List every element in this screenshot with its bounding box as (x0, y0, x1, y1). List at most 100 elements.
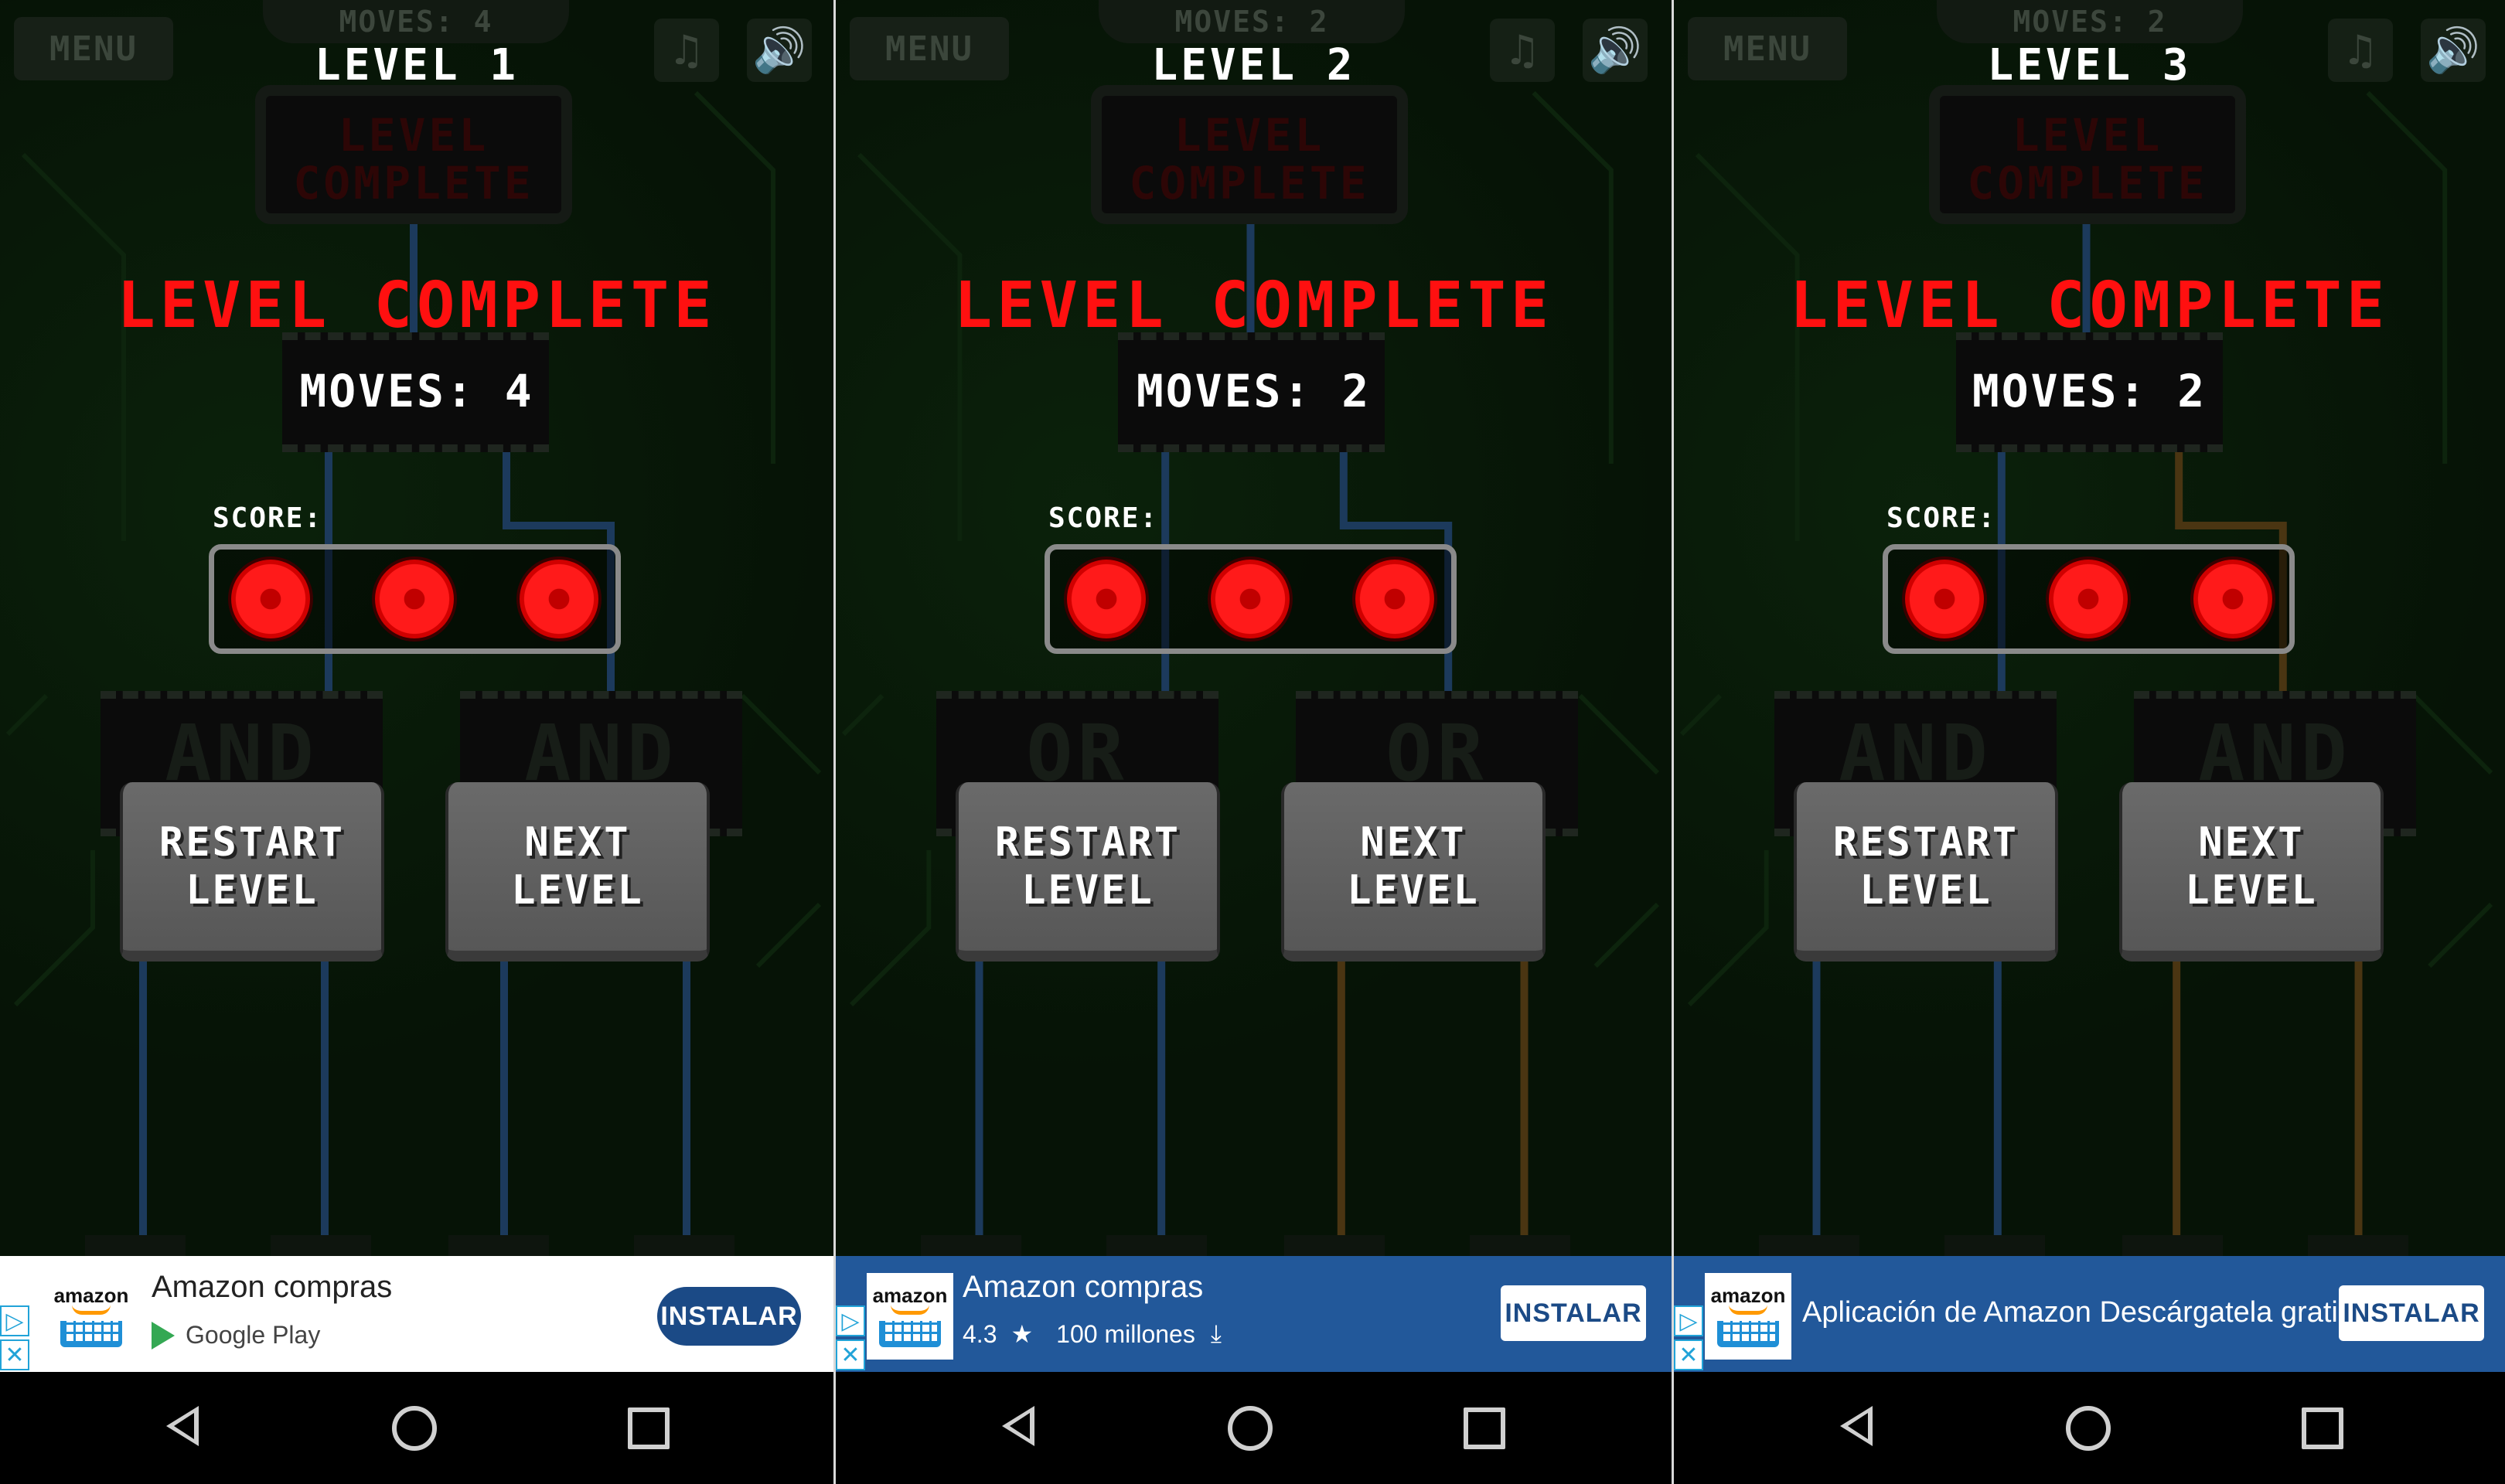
ad-choices-icon[interactable]: ▷ (1674, 1305, 1703, 1336)
google-play-icon (152, 1321, 175, 1350)
score-label: SCORE: (1048, 502, 1159, 534)
bottom-pin (2122, 1235, 2223, 1256)
display-line-1: LEVEL (1174, 109, 1325, 162)
display-line-1: LEVEL (2012, 109, 2163, 162)
home-icon[interactable] (392, 1406, 437, 1451)
bottom-pin (634, 1235, 734, 1256)
next-label-1: NEXT (524, 819, 631, 866)
ad-title[interactable]: Aplicación de Amazon Descárgatela gratis (1802, 1296, 2353, 1329)
level-title: LEVEL 3 (1987, 40, 2192, 90)
bottom-pin (2308, 1235, 2408, 1256)
home-icon[interactable] (2066, 1406, 2111, 1451)
level-complete-display: LEVEL COMPLETE (1091, 85, 1408, 224)
score-star-3 (520, 560, 598, 638)
next-level-button[interactable]: NEXT LEVEL (445, 782, 710, 962)
score-star-1 (1905, 560, 1984, 638)
amazon-smile-icon (72, 1305, 111, 1315)
bottom-pin (448, 1235, 549, 1256)
moves-count: MOVES: 2 (1136, 365, 1372, 417)
ad-flags: ▷ ✕ (836, 1302, 867, 1372)
install-button[interactable]: INSTALAR (2339, 1285, 2484, 1341)
game-screen-3: MOVES: 2 MENU ♫ 🔊 LEVEL COMPLETE LEVEL 3… (1674, 0, 2505, 1484)
score-star-3 (2193, 560, 2272, 638)
google-play-badge: Google Play (152, 1321, 320, 1350)
close-icon[interactable]: ✕ (1674, 1339, 1703, 1370)
game-screen-1: MOVES: 4 MENU ♫ 🔊 LEVEL COMPLETE LEVEL 1… (0, 0, 833, 1484)
restart-level-button[interactable]: RESTART LEVEL (120, 782, 384, 962)
amazon-app-icon[interactable]: amazon (1705, 1273, 1791, 1360)
bottom-pin (85, 1235, 186, 1256)
ad-banner[interactable]: ▷ ✕ amazon Amazon compras Google Play INSTALA… (0, 1256, 833, 1372)
score-star-2 (1211, 560, 1290, 638)
score-label: SCORE: (1886, 502, 1997, 534)
restart-label-1: RESTART (994, 819, 1181, 866)
next-label-1: NEXT (1360, 819, 1467, 866)
amazon-app-icon[interactable]: amazon (867, 1273, 953, 1360)
install-button[interactable]: INSTALAR (1501, 1285, 1646, 1341)
level-complete-display: LEVEL COMPLETE (255, 85, 572, 224)
download-icon: ⤓ (1210, 1319, 1222, 1347)
cart-icon (879, 1321, 941, 1347)
bottom-pin (1470, 1235, 1570, 1256)
moves-counter-tab: MOVES: 2 (1099, 0, 1405, 43)
display-line-2: COMPLETE (1967, 157, 2208, 209)
home-icon[interactable] (1228, 1406, 1273, 1451)
ad-flags: ▷ ✕ (0, 1302, 31, 1372)
level-complete-display: LEVEL COMPLETE (1929, 85, 2246, 224)
ad-title[interactable]: Amazon compras (963, 1270, 1203, 1305)
next-label-2: LEVEL (2185, 867, 2318, 914)
ad-choices-icon[interactable]: ▷ (836, 1305, 865, 1336)
score-star-1 (1067, 560, 1146, 638)
amazon-app-icon[interactable]: amazon (48, 1273, 135, 1360)
bottom-pin (1106, 1235, 1207, 1256)
back-icon[interactable] (166, 1406, 199, 1446)
ad-banner[interactable]: ▷ ✕ amazon Aplicación de Amazon Descárgatel… (1674, 1256, 2505, 1372)
level-title: LEVEL 1 (314, 40, 519, 90)
ad-choices-icon[interactable]: ▷ (0, 1305, 29, 1336)
score-label: SCORE: (213, 502, 323, 534)
close-icon[interactable]: ✕ (0, 1339, 29, 1370)
level-complete-heading: LEVEL COMPLETE (1789, 269, 2390, 342)
bottom-pin (1759, 1235, 1859, 1256)
android-nav-bar (836, 1372, 1672, 1484)
downloads-count: 100 millones (1056, 1319, 1195, 1348)
ad-flags: ▷ ✕ (1674, 1302, 1705, 1372)
moves-count: MOVES: 4 (299, 365, 534, 417)
star-icon: ★ (1011, 1320, 1034, 1348)
game-screen-2: MOVES: 2 MENU ♫ 🔊 LEVEL COMPLETE LEVEL 2… (836, 0, 1672, 1484)
next-level-button[interactable]: NEXT LEVEL (1281, 782, 1546, 962)
restart-level-button[interactable]: RESTART LEVEL (956, 782, 1220, 962)
moves-counter-tab: MOVES: 2 (1937, 0, 2243, 43)
restart-label-2: LEVEL (1859, 867, 1992, 914)
install-button[interactable]: INSTALAR (657, 1287, 801, 1346)
level-complete-heading: LEVEL COMPLETE (117, 269, 717, 342)
recent-apps-icon[interactable] (1464, 1407, 1505, 1449)
next-level-button[interactable]: NEXT LEVEL (2119, 782, 2384, 962)
recent-apps-icon[interactable] (628, 1407, 670, 1449)
score-star-2 (2049, 560, 2128, 638)
ad-banner[interactable]: ▷ ✕ amazon Amazon compras 4.3 ★ 100 millones ⤓ I… (836, 1256, 1672, 1372)
ad-stats: 4.3 ★ 100 millones ⤓ (963, 1319, 1222, 1349)
close-icon[interactable]: ✕ (836, 1339, 865, 1370)
android-nav-bar (1674, 1372, 2505, 1484)
back-icon[interactable] (1840, 1406, 1873, 1446)
restart-level-button[interactable]: RESTART LEVEL (1794, 782, 2058, 962)
display-line-2: COMPLETE (293, 157, 534, 209)
restart-label-1: RESTART (158, 819, 346, 866)
next-label-2: LEVEL (1347, 867, 1480, 914)
cart-icon (1717, 1321, 1779, 1347)
back-icon[interactable] (1002, 1406, 1034, 1446)
moves-count: MOVES: 2 (1972, 365, 2207, 417)
display-line-1: LEVEL (338, 109, 489, 162)
score-star-3 (1355, 560, 1434, 638)
recent-apps-icon[interactable] (2302, 1407, 2343, 1449)
bottom-pin (1284, 1235, 1385, 1256)
level-complete-heading: LEVEL COMPLETE (953, 269, 1554, 342)
score-star-2 (375, 560, 454, 638)
next-label-1: NEXT (2198, 819, 2305, 866)
amazon-smile-icon (1729, 1305, 1767, 1315)
level-title: LEVEL 2 (1151, 40, 1356, 90)
ad-title[interactable]: Amazon compras (152, 1270, 392, 1305)
moves-counter-tab: MOVES: 4 (263, 0, 569, 43)
bottom-pin (921, 1235, 1021, 1256)
